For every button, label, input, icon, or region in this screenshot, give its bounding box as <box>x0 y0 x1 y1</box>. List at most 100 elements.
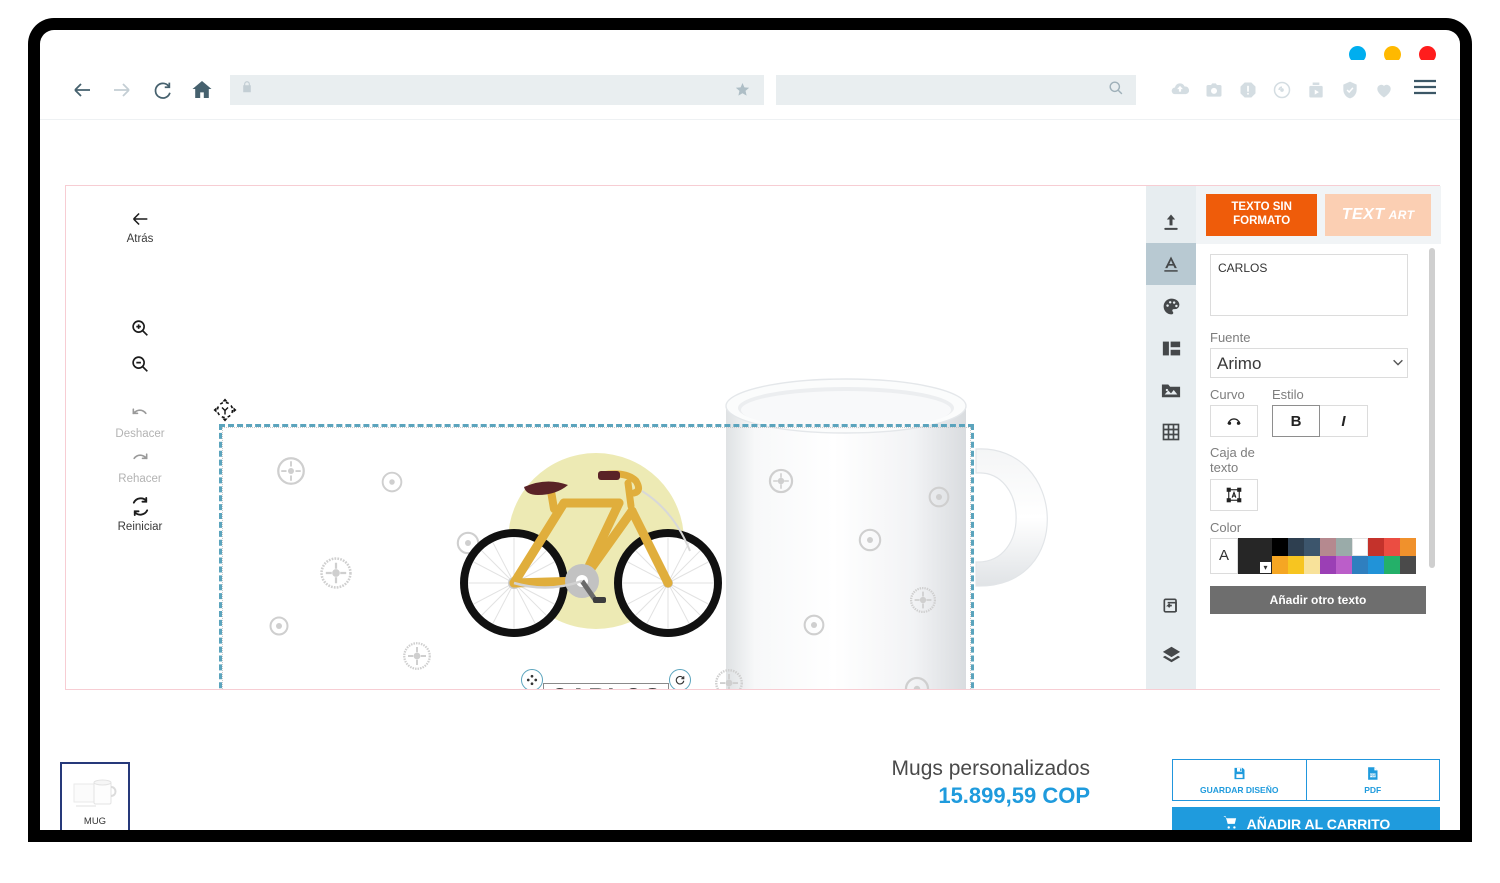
camera-icon[interactable] <box>1204 80 1224 100</box>
bold-button[interactable]: B <box>1272 405 1320 437</box>
address-bar[interactable] <box>230 74 720 105</box>
editor-tool-rail <box>1146 186 1196 689</box>
pdf-button[interactable]: PDF PDF <box>1305 760 1439 800</box>
action-buttons: GUARDAR DISEÑO PDF PDF AÑADIR AL CARRITO <box>1172 759 1440 830</box>
move-handle[interactable] <box>521 669 543 689</box>
color-swatch[interactable] <box>1336 555 1352 574</box>
color-swatch[interactable] <box>1320 537 1336 556</box>
gear-pattern-icon <box>269 616 289 636</box>
menu-icon[interactable] <box>1412 77 1438 102</box>
upload-icon[interactable] <box>1146 201 1196 243</box>
shield-icon[interactable] <box>1340 80 1360 100</box>
reset-label: Reiniciar <box>117 521 163 533</box>
save-design-button[interactable]: GUARDAR DISEÑO <box>1173 760 1306 800</box>
design-canvas[interactable]: Atrás Deshacer Rehacer Reiniciar <box>66 186 1146 689</box>
text-object-box[interactable]: CARLOS <box>543 683 669 689</box>
back-button[interactable] <box>62 70 102 110</box>
text-input[interactable] <box>1210 254 1408 316</box>
zoom-in-button[interactable] <box>129 317 151 339</box>
color-swatch[interactable] <box>1336 537 1352 556</box>
curve-button[interactable] <box>1210 405 1258 437</box>
bookmark-star-icon[interactable] <box>720 74 764 105</box>
editor-back-label: Atrás <box>126 233 154 245</box>
product-thumbnail-label: MUG <box>83 816 107 827</box>
gear-pattern-icon <box>320 557 352 589</box>
mug-thumb-image <box>73 779 117 807</box>
gear-pattern-icon <box>381 471 403 493</box>
textbox-label: Caja de texto <box>1210 445 1255 475</box>
color-swatch[interactable] <box>1320 555 1336 574</box>
grid-icon[interactable] <box>1146 411 1196 453</box>
color-letter-button[interactable]: A <box>1210 537 1238 574</box>
color-label: Color <box>1210 519 1242 535</box>
lock-icon <box>240 79 254 100</box>
text-style-tabs: TEXTO SIN FORMATO TEXT ART <box>1196 186 1441 244</box>
color-swatch[interactable] <box>1400 537 1416 556</box>
color-swatch[interactable] <box>1384 537 1400 556</box>
rss-icon[interactable] <box>1272 80 1292 100</box>
text-art-label-main: TEXT <box>1341 206 1385 223</box>
color-swatch[interactable] <box>1384 555 1400 574</box>
save-icon <box>1232 766 1247 783</box>
layout-icon[interactable] <box>1146 327 1196 369</box>
color-swatch[interactable] <box>1400 555 1416 574</box>
palette-icon[interactable] <box>1146 285 1196 327</box>
textbox-button[interactable] <box>1210 478 1258 511</box>
bold-label: B <box>1290 412 1302 430</box>
heart-icon[interactable] <box>1374 80 1394 100</box>
redo-button[interactable]: Rehacer <box>118 450 162 485</box>
current-color-swatch[interactable]: ▾ <box>1238 537 1272 574</box>
color-swatch[interactable] <box>1368 537 1384 556</box>
color-swatch[interactable] <box>1272 555 1288 574</box>
text-object-value: CARLOS <box>550 684 662 690</box>
gear-pattern-icon <box>403 642 431 670</box>
reset-button[interactable]: Reiniciar <box>117 495 163 533</box>
pdf-icon: PDF <box>1365 766 1380 783</box>
editor-back-button[interactable]: Atrás <box>126 208 154 245</box>
home-button[interactable] <box>182 70 222 110</box>
layers-icon[interactable] <box>1146 633 1196 675</box>
bicycle-artwork[interactable] <box>446 451 736 641</box>
font-select[interactable]: Arimo <box>1210 348 1408 378</box>
text-a-icon[interactable] <box>1146 243 1196 285</box>
reload-button[interactable] <box>142 70 182 110</box>
color-swatch[interactable] <box>1352 537 1368 556</box>
color-swatch[interactable] <box>1304 555 1320 574</box>
cloud-upload-icon[interactable] <box>1170 80 1190 100</box>
text-options-body: Fuente Arimo Curvo <box>1196 244 1441 614</box>
product-name: Mugs personalizados <box>891 757 1090 780</box>
selected-text-object[interactable]: CARLOS <box>521 669 691 689</box>
browser-toolbar <box>40 60 1460 120</box>
color-swatch[interactable] <box>1288 555 1304 574</box>
undo-button[interactable]: Deshacer <box>115 405 165 440</box>
plain-text-tab[interactable]: TEXTO SIN FORMATO <box>1206 194 1318 236</box>
design-editor-card: Atrás Deshacer Rehacer Reiniciar TEXTO S… <box>65 185 1441 690</box>
color-swatch[interactable] <box>1304 537 1320 556</box>
pdf-label: PDF <box>1364 784 1382 795</box>
images-icon[interactable] <box>1146 369 1196 411</box>
add-to-cart-label: AÑADIR AL CARRITO <box>1246 816 1391 830</box>
panel-scrollbar[interactable] <box>1429 248 1435 568</box>
forward-button[interactable] <box>102 70 142 110</box>
color-swatch[interactable] <box>1368 555 1384 574</box>
gear-pattern-icon <box>715 669 743 689</box>
italic-button[interactable]: I <box>1320 405 1368 437</box>
browser-search-box[interactable] <box>776 74 1136 105</box>
chevron-down-icon[interactable]: ▾ <box>1260 561 1271 573</box>
text-art-tab[interactable]: TEXT ART <box>1325 194 1431 236</box>
rotate-3d-icon[interactable] <box>209 394 241 426</box>
rotate-handle[interactable] <box>669 669 691 689</box>
add-to-cart-button[interactable]: AÑADIR AL CARRITO <box>1172 807 1440 830</box>
alert-icon[interactable] <box>1238 80 1258 100</box>
color-swatch[interactable] <box>1352 555 1368 574</box>
curve-label: Curvo <box>1210 387 1245 402</box>
color-swatch[interactable] <box>1272 537 1288 556</box>
product-info: Mugs personalizados 15.899,59 COP Cantid… <box>892 757 1090 830</box>
add-another-text-button[interactable]: Añadir otro texto <box>1210 585 1426 614</box>
save-design-label: GUARDAR DISEÑO <box>1200 784 1279 795</box>
media-icon[interactable] <box>1306 80 1326 100</box>
color-swatch[interactable] <box>1288 537 1304 556</box>
duplicate-icon[interactable] <box>1146 585 1196 627</box>
zoom-out-button[interactable] <box>129 353 151 375</box>
product-thumbnail-mug[interactable]: MUG <box>60 762 130 830</box>
